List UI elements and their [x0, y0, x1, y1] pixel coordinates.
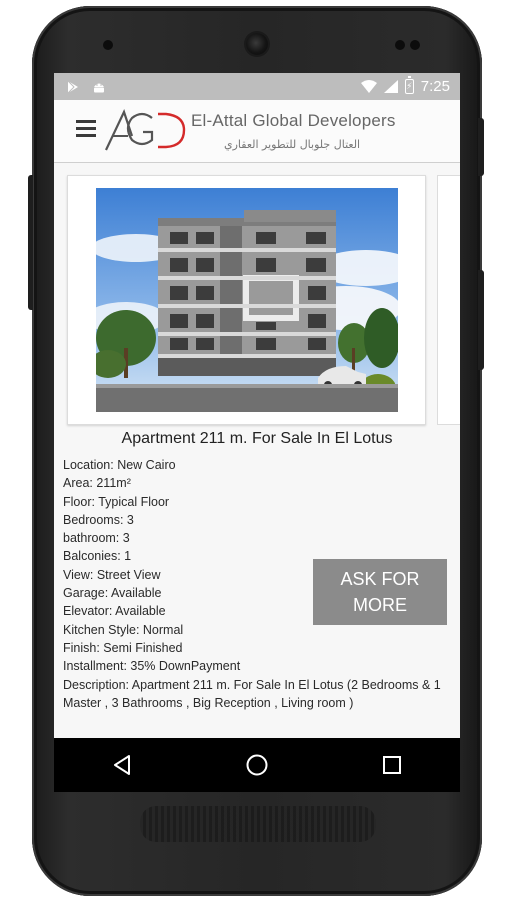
agd-logo: [105, 109, 186, 151]
recents-button[interactable]: [362, 745, 422, 785]
brand-name: El-Attal Global Developers: [191, 111, 396, 130]
side-button-left: [28, 175, 33, 310]
detail-garage: Garage: Available: [63, 586, 162, 601]
sensor-dot: [395, 40, 405, 50]
detail-kitchen-style: Kitchen Style: Normal: [63, 622, 184, 637]
wifi-icon: [360, 80, 377, 93]
listing-description: Description: Apartment 211 m. For Sale I…: [63, 678, 441, 711]
detail-floor: Floor: Typical Floor: [63, 494, 170, 509]
detail-view: View: Street View: [63, 567, 161, 582]
listing-title: Apartment 211 m. For Sale In El Lotus: [121, 430, 393, 447]
detail-bedrooms: Bedrooms: 3: [63, 512, 134, 527]
detail-bathroom: bathroom: 3: [63, 531, 130, 546]
phone-screen: ⚡ 7:25 El-Attal Global Developers العتال…: [54, 73, 460, 792]
volume-button: [478, 118, 484, 176]
brand-arabic-name: العتال جلوبال للتطوير العقاري: [224, 138, 361, 151]
home-circle-icon: [246, 754, 268, 776]
listing-details: Location: New Cairo Area: 211m² Floor: T…: [63, 456, 313, 676]
status-time: 7:25: [420, 78, 450, 95]
property-image-card[interactable]: [67, 175, 426, 425]
image-carousel[interactable]: [54, 175, 460, 425]
detail-balconies: Balconies: 1: [63, 549, 132, 564]
detail-elevator: Elevator: Available: [63, 604, 166, 619]
next-image-card[interactable]: [437, 175, 460, 425]
front-camera: [246, 33, 268, 55]
sensor-dot: [103, 40, 113, 50]
sensor-dot: [410, 40, 420, 50]
battery-charging-icon: ⚡: [404, 76, 414, 94]
property-photo: [96, 188, 398, 412]
android-icon: [94, 83, 104, 92]
status-bar: ⚡ 7:25: [54, 73, 460, 100]
home-button[interactable]: [227, 745, 287, 785]
signal-icon: [383, 80, 398, 93]
detail-installment: Installment: 35% DownPayment: [63, 659, 241, 674]
speaker-grill: [140, 806, 376, 842]
detail-location: Location: New Cairo: [63, 458, 176, 472]
detail-area: Area: 211m²: [63, 476, 131, 491]
recents-square-icon: [383, 756, 402, 774]
back-triangle-icon: [113, 755, 130, 775]
play-store-icon: [67, 80, 78, 93]
app-bar: El-Attal Global Developers العتال جلوبال…: [54, 100, 460, 163]
navigation-bar: [54, 738, 460, 792]
hamburger-menu-icon[interactable]: [76, 120, 96, 140]
back-button[interactable]: [92, 745, 152, 785]
detail-finish: Finish: Semi Finished: [63, 640, 183, 655]
power-button: [478, 270, 484, 370]
ask-for-more-button[interactable]: ASK FOR MORE: [313, 559, 447, 625]
